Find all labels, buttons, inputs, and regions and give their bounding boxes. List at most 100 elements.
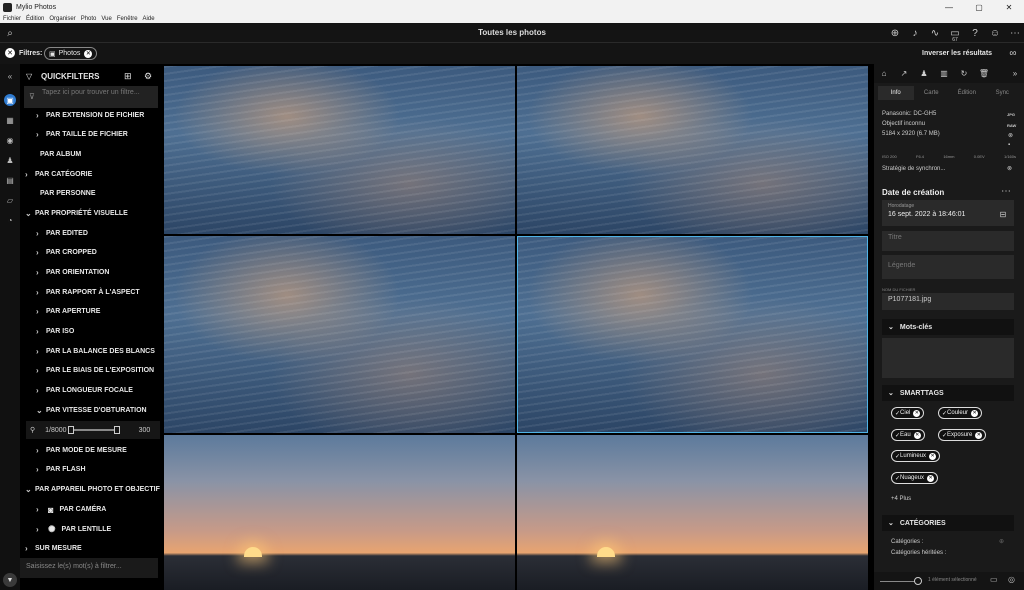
add-category-icon[interactable]: ⊕ — [999, 538, 1004, 545]
slider-handle-max[interactable] — [113, 426, 120, 434]
smarttags-header[interactable]: ⌄ SMARTTAGS — [882, 385, 1014, 401]
tab-info[interactable]: Info — [878, 86, 914, 100]
zoom-slider[interactable] — [880, 581, 918, 582]
link-icon[interactable]: ∞ — [1008, 48, 1018, 59]
more-tags-link[interactable]: +4 Plus — [891, 496, 911, 502]
tab-sync[interactable]: Sync — [985, 86, 1021, 100]
node-iso[interactable]: › PAR ISO — [36, 322, 74, 341]
dashboard-icon[interactable]: ◔ — [4, 214, 16, 226]
sync-strategy[interactable]: Stratégie de synchron... — [882, 166, 945, 172]
calendar-footer-icon[interactable]: ▭ — [990, 575, 998, 584]
filter-chip-photos[interactable]: ▣ Photos ✕ — [44, 47, 98, 60]
node-rapport-aspect[interactable]: › PAR RAPPORT À L'ASPECT — [36, 283, 140, 302]
node-longueur-focale[interactable]: › PAR LONGUEUR FOCALE — [36, 381, 133, 400]
photo-thumbnail[interactable] — [164, 236, 515, 433]
maximize-button[interactable]: ▢ — [964, 0, 994, 14]
rotate-icon[interactable]: ↻ — [959, 68, 969, 78]
menu-vue[interactable]: Vue — [101, 16, 111, 22]
node-edited[interactable]: › PAR EDITED — [36, 224, 88, 243]
tag-icon[interactable]: ⌂ — [879, 68, 889, 78]
keywords-area[interactable] — [882, 338, 1014, 378]
smarttag-nuageux[interactable]: ✓ Nuageux ✕ — [891, 472, 939, 484]
keywords-header[interactable]: ⌄ Mots-clés — [882, 319, 1014, 335]
close-filter-icon[interactable]: ✕ — [5, 48, 15, 58]
tab-edition[interactable]: Édition — [949, 86, 985, 100]
node-categorie[interactable]: › PAR CATÉGORIE — [25, 165, 92, 184]
node-album[interactable]: PAR ALBUM — [40, 145, 81, 164]
node-mode-mesure[interactable]: › PAR MODE DE MESURE — [36, 441, 127, 460]
node-camera[interactable]: › ◙ PAR CAMÉRA — [36, 500, 106, 519]
calendar-icon[interactable]: ▦ — [4, 114, 16, 126]
node-aperture[interactable]: › PAR APERTURE — [36, 302, 100, 321]
caption-input[interactable]: Légende — [882, 255, 1014, 279]
settings-footer-icon[interactable]: ◎ — [1008, 575, 1015, 584]
expand-panel-icon[interactable]: » — [1010, 68, 1020, 78]
collapse-icon[interactable]: « — [4, 70, 16, 82]
bell-icon[interactable]: ♪ — [909, 27, 921, 39]
photo-thumbnail-selected[interactable] — [517, 236, 868, 433]
albums-icon[interactable]: ▤ — [4, 174, 16, 186]
smarttag-couleur[interactable]: ✓ Couleur ✕ — [938, 407, 983, 419]
photo-thumbnail[interactable] — [164, 435, 515, 590]
menu-fenetre[interactable]: Fenêtre — [117, 16, 138, 22]
menu-fichier[interactable]: Fichier — [3, 16, 21, 22]
folder-icon[interactable]: ▱ — [4, 194, 16, 206]
smarttag-eau[interactable]: ✓ Eau ✕ — [891, 429, 925, 441]
node-orientation[interactable]: › PAR ORIENTATION — [36, 263, 109, 282]
shutter-slider[interactable] — [67, 426, 120, 434]
smarttag-lumineux[interactable]: ✓ Lumineux ✕ — [891, 450, 941, 462]
photo-thumbnail[interactable] — [164, 66, 515, 234]
add-filter-icon[interactable]: ⊞ — [124, 71, 132, 82]
node-extension[interactable]: › PAR EXTENSION DE FICHIER — [36, 106, 144, 125]
menu-organiser[interactable]: Organiser — [49, 16, 75, 22]
filename-input[interactable]: P1077181.jpg — [882, 293, 1014, 310]
node-appareil-objectif[interactable]: ⌄ PAR APPAREIL PHOTO ET OBJECTIF — [25, 480, 160, 499]
share-icon[interactable]: ↗ — [899, 68, 909, 78]
photo-thumbnail[interactable] — [517, 66, 868, 234]
node-propriete-visuelle[interactable]: ⌄ PAR PROPRIÉTÉ VISUELLE — [25, 204, 128, 223]
close-button[interactable]: ✕ — [994, 0, 1024, 14]
tab-carte[interactable]: Carte — [914, 86, 950, 100]
smarttag-ciel[interactable]: ✓ Ciel ✕ — [891, 407, 925, 419]
node-biais-exposition[interactable]: › PAR LE BIAIS DE L'EXPOSITION — [36, 361, 154, 380]
gear-icon[interactable]: ⚙ — [144, 71, 152, 82]
title-input[interactable]: Titre — [882, 231, 1014, 251]
people-tag-icon[interactable]: ♟ — [919, 68, 929, 78]
photos-nav-icon[interactable]: ▣ — [4, 94, 16, 106]
menu-aide[interactable]: Aide — [143, 16, 155, 22]
node-vitesse-obturation[interactable]: ⌄ PAR VITESSE D'OBTURATION — [36, 401, 147, 420]
menu-edition[interactable]: Édition — [26, 16, 44, 22]
map-pin-icon[interactable]: ◉ — [4, 134, 16, 146]
menu-photo[interactable]: Photo — [81, 16, 97, 22]
slider-handle-min[interactable] — [67, 426, 74, 434]
categories-header[interactable]: ⌄ CATÉGORIES — [882, 515, 1014, 531]
node-lentille[interactable]: › ✺ PAR LENTILLE — [36, 520, 111, 539]
date-more-icon[interactable]: ⋯ — [1000, 186, 1012, 197]
remove-chip-icon[interactable]: ✕ — [84, 49, 93, 58]
invert-results-button[interactable]: Inverser les résultats — [922, 50, 992, 57]
stack-icon[interactable]: ▥ — [939, 68, 949, 78]
calendar-picker-icon[interactable]: ⊟ — [998, 209, 1008, 219]
smarttag-exposure[interactable]: ✓ Exposure ✕ — [938, 429, 987, 441]
node-balance-blancs[interactable]: › PAR LA BALANCE DES BLANCS — [36, 342, 155, 361]
trash-icon[interactable]: 🗑 — [979, 68, 989, 78]
node-personne[interactable]: PAR PERSONNE — [40, 184, 96, 203]
node-cropped[interactable]: › PAR CROPPED — [36, 243, 97, 262]
node-flash[interactable]: › PAR FLASH — [36, 460, 86, 479]
sync-settings-icon[interactable]: ⊗ — [1007, 165, 1012, 172]
zoom-slider-handle[interactable] — [914, 577, 922, 585]
minimize-button[interactable]: — — [934, 0, 964, 14]
help-icon[interactable]: ? — [969, 27, 981, 39]
timestamp-field[interactable]: Horodatage 16 sept. 2022 à 18:46:01 — [882, 200, 1014, 226]
more-icon[interactable]: ⋯ — [1009, 27, 1021, 39]
people-icon[interactable]: ♟ — [4, 154, 16, 166]
filter-search-input[interactable]: Tapez ici pour trouver un filtre... — [24, 86, 158, 108]
activity-icon[interactable]: ∿ — [929, 27, 941, 39]
add-icon[interactable]: ⊕ — [889, 27, 901, 39]
keyword-filter-input[interactable]: Saisissez le(s) mot(s) à filtrer... — [20, 558, 158, 578]
pin-icon[interactable]: ⚲ — [30, 426, 35, 434]
node-taille[interactable]: › PAR TAILLE DE FICHIER — [36, 125, 128, 144]
node-sur-mesure[interactable]: › SUR MESURE — [25, 539, 82, 558]
account-icon[interactable]: ☺ — [989, 27, 1001, 39]
filter-toggle-icon[interactable]: ▼ — [3, 573, 17, 587]
